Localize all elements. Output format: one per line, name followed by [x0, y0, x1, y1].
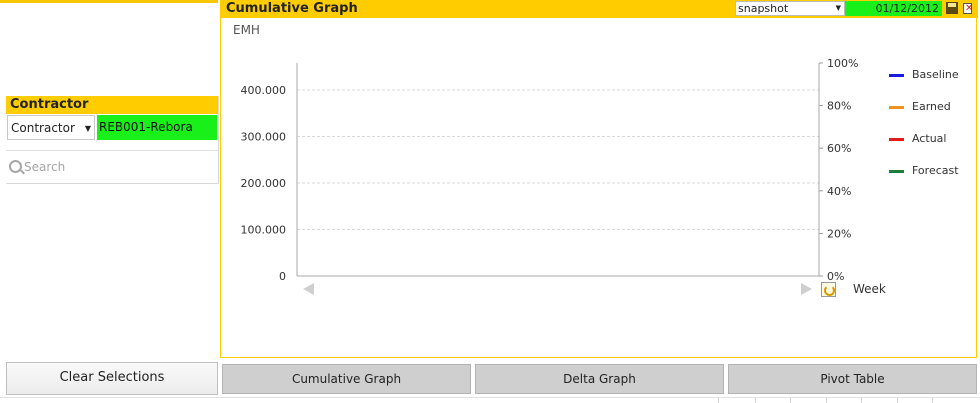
dropdown-arrow-icon: ▼ [84, 124, 91, 133]
y-tick-label: 300.000 [241, 131, 287, 144]
legend-swatch [889, 74, 904, 77]
y-tick-label: 100.000 [241, 224, 287, 237]
legend-swatch [889, 138, 904, 141]
contractor-title: Contractor [6, 96, 218, 114]
cumulative-chart: 0100.000200.000300.000400.0000%20%40%60%… [241, 57, 859, 283]
y2-tick-label: 60% [827, 142, 851, 155]
y2-tick-label: 40% [827, 185, 851, 198]
y2-tick-label: 20% [827, 227, 851, 240]
legend-label: Forecast [912, 164, 959, 177]
clear-selections-button[interactable]: Clear Selections [6, 362, 218, 395]
status-bar-segments [718, 398, 980, 403]
legend-label: Actual [912, 132, 947, 145]
tab-pivot-table[interactable]: Pivot Table [728, 364, 977, 394]
legend-label: Earned [912, 100, 951, 113]
y-tick-label: 0 [279, 270, 286, 283]
contractor-field-select[interactable]: Contractor ▼ [7, 115, 95, 140]
x-axis-label: Week [853, 282, 886, 296]
search-icon [9, 160, 22, 173]
legend-swatch [889, 106, 904, 109]
tab-cumulative-graph[interactable]: Cumulative Graph [222, 364, 471, 394]
y2-tick-label: 100% [827, 57, 858, 70]
scroll-left-arrow-icon[interactable] [303, 283, 314, 295]
top-left-panel-header [0, 0, 218, 3]
cumulative-graph-panel: Cumulative Graph snapshot ▼ 01/12/2012 E… [220, 0, 978, 358]
contractor-listbox: Contractor Contractor ▼ REB001-Rebora Se… [6, 96, 219, 184]
contractor-row: Contractor ▼ REB001-Rebora [6, 115, 218, 142]
contractor-field-label: Contractor [11, 121, 75, 135]
y2-tick-label: 80% [827, 100, 851, 113]
contractor-search-input[interactable]: Search [6, 150, 218, 184]
tab-delta-graph[interactable]: Delta Graph [475, 364, 724, 394]
search-placeholder: Search [24, 160, 66, 174]
scroll-right-arrow-icon[interactable] [801, 283, 812, 295]
y-tick-label: 400.000 [241, 84, 287, 97]
legend-swatch [889, 170, 904, 173]
contractor-selected-value[interactable]: REB001-Rebora [97, 115, 217, 140]
y-tick-label: 200.000 [241, 177, 287, 190]
legend-label: Baseline [912, 68, 959, 81]
cycle-dimension-icon[interactable] [821, 282, 836, 297]
